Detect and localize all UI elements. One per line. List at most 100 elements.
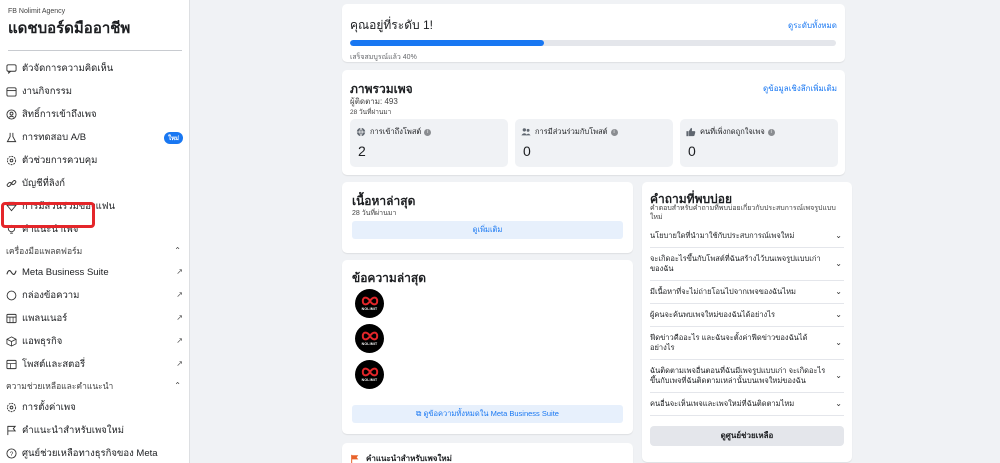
see-more-button[interactable]: ดูเพิ่มเติม: [352, 221, 623, 239]
sidebar-item-label: ศูนย์ช่วยเหลือทางธุรกิจของ Meta: [22, 448, 158, 459]
sidebar-item-inbox[interactable]: กล่องข้อความ ↗: [0, 284, 189, 307]
metric-label: คนที่เพิ่งกดถูกใจเพจ: [700, 127, 765, 136]
more-insights-link[interactable]: ดูข้อมูลเชิงลึกเพิ่มเติม: [763, 82, 837, 95]
faq-item[interactable]: ฉันติดตามเพจอื่นตอนที่ฉันมีเพจรูปแบบเก่า…: [650, 360, 844, 393]
calendar-icon: [6, 86, 17, 97]
gear-icon: [6, 155, 17, 166]
avatar[interactable]: NOLIMIT: [355, 360, 384, 389]
metric-new-page-likes[interactable]: คนที่เพิ่งกดถูกใจเพจ i 0: [680, 119, 838, 167]
sidebar-item-label: คำแนะนำสำหรับเพจใหม่: [22, 425, 125, 436]
sidebar-item-label: ตัวช่วยการควบคุม: [22, 155, 98, 166]
info-icon[interactable]: i: [424, 128, 432, 136]
external-link-icon: ⧉: [416, 409, 422, 418]
level-progress-card: คุณอยู่ที่ระดับ 1! ดูระดับทั้งหมด เสร็จส…: [342, 4, 845, 62]
flag-icon: [351, 454, 359, 463]
chevron-down-icon: ⌄: [835, 371, 842, 380]
meta-icon: [6, 267, 17, 278]
section-help[interactable]: ความช่วยเหลือและคำแนะนำ ⌃: [0, 376, 189, 396]
globe-icon: [356, 127, 366, 137]
sidebar-item-moderation-assist[interactable]: ตัวช่วยการควบคุม: [0, 149, 189, 172]
faq-item[interactable]: จะเกิดอะไรขึ้นกับโพสต์ที่ฉันสร้างไว้บนเพ…: [650, 248, 844, 281]
metric-label: การเข้าถึงโพสต์: [370, 127, 422, 136]
sidebar-item-meta-business-help[interactable]: ? ศูนย์ช่วยเหลือทางธุรกิจของ Meta: [0, 442, 189, 463]
info-icon[interactable]: i: [610, 128, 618, 136]
page-overview-card: ภาพรวมเพจ ดูข้อมูลเชิงลึกเพิ่มเติม ผู้ติ…: [342, 70, 845, 175]
grid-calendar-icon: [6, 313, 17, 324]
chevron-up-icon: ⌃: [174, 381, 181, 390]
external-link-icon: ↗: [176, 267, 183, 276]
date-range: 28 วันที่ผ่านมา: [352, 210, 397, 217]
latest-messages-title: ข้อความล่าสุด: [352, 271, 427, 285]
avatar[interactable]: NOLIMIT: [355, 289, 384, 318]
help-icon: ?: [6, 448, 17, 459]
faq-item[interactable]: ฟีดข่าวคืออะไร และฉันจะตั้งค่าฟีดข่าวของ…: [650, 327, 844, 360]
progress-bar-fill: [350, 40, 545, 46]
chevron-down-icon: ⌄: [835, 231, 842, 240]
sidebar-item-linked-accounts[interactable]: บัญชีที่ลิงก์: [0, 172, 189, 195]
sidebar-item-label: งานกิจกรรม: [22, 86, 73, 97]
chevron-down-icon: ⌄: [835, 287, 842, 296]
metric-value: 0: [523, 143, 531, 159]
page-name[interactable]: FB Nolimit Agency: [8, 8, 181, 15]
sidebar-item-page-settings[interactable]: การตั้งค่าเพจ: [0, 396, 189, 419]
avatar-label: NOLIMIT: [361, 378, 378, 382]
sidebar-item-events[interactable]: งานกิจกรรม: [0, 80, 189, 103]
tips-title: คำแนะนำสำหรับเพจใหม่: [366, 454, 452, 463]
dashboard-title: แดชบอร์ดมืออาชีพ: [8, 20, 131, 37]
chevron-down-icon: ⌄: [835, 259, 842, 268]
posts-icon: [6, 359, 17, 370]
info-icon[interactable]: i: [767, 128, 775, 136]
faq-question: ฉันติดตามเพจอื่นตอนที่ฉันมีเพจรูปแบบเก่า…: [650, 366, 826, 385]
sidebar-item-planner[interactable]: แพลนเนอร์ ↗: [0, 307, 189, 330]
see-all-levels-link[interactable]: ดูระดับทั้งหมด: [788, 19, 837, 32]
people-icon: [521, 127, 531, 137]
flask-icon: [6, 132, 17, 143]
metric-post-engagement[interactable]: การมีส่วนร่วมกับโพสต์ i 0: [515, 119, 673, 167]
cube-icon: [6, 336, 17, 347]
faq-card: คำถามที่พบบ่อย คำตอบสำหรับคำถามที่พบบ่อย…: [642, 182, 852, 462]
infinity-logo-icon: [361, 296, 378, 306]
sidebar-item-posts-stories[interactable]: โพสต์และสตอรี่ ↗: [0, 353, 189, 376]
thumbs-up-icon: [686, 127, 696, 137]
avatar[interactable]: NOLIMIT: [355, 324, 384, 353]
external-link-icon: ↗: [176, 290, 183, 299]
sidebar-item-label: สิทธิ์การเข้าถึงเพจ: [22, 109, 97, 120]
see-all-messages-button[interactable]: ⧉ ดูข้อความทั้งหมดใน Meta Business Suite: [352, 405, 623, 423]
faq-question: นโยบายใดที่นำมาใช้กับประสบการณ์เพจใหม่: [650, 231, 795, 240]
faq-item[interactable]: นโยบายใดที่นำมาใช้กับประสบการณ์เพจใหม่ ⌄: [650, 225, 844, 248]
sidebar-item-label: แพลนเนอร์: [22, 313, 68, 324]
faq-item[interactable]: คนอื่นจะเห็นเพจและเพจใหม่ที่ฉันติดตามไหม…: [650, 393, 844, 416]
sidebar-item-ab-test[interactable]: การทดสอบ A/B ใหม่: [0, 126, 189, 149]
faq-question: คนอื่นจะเห็นเพจและเพจใหม่ที่ฉันติดตามไหม: [650, 399, 795, 408]
help-center-button[interactable]: ดูศูนย์ช่วยเหลือ: [650, 426, 844, 446]
section-platform-tools[interactable]: เครื่องมือแพลตฟอร์ม ⌃: [0, 241, 189, 261]
chevron-down-icon: ⌄: [835, 399, 842, 408]
faq-question: มีเนื้อหาที่จะไม่ถ่ายโอนไปจากเพจของฉันไห…: [650, 287, 796, 296]
gear-icon: [6, 402, 17, 413]
chevron-down-icon: ⌄: [835, 310, 842, 319]
section-label: ความช่วยเหลือและคำแนะนำ: [6, 381, 114, 391]
metric-value: 0: [688, 143, 696, 159]
sidebar-item-label: ตัวจัดการความคิดเห็น: [22, 63, 114, 74]
sidebar-item-new-page-tips[interactable]: คำแนะนำสำหรับเพจใหม่: [0, 419, 189, 442]
sidebar-item-comment-manager[interactable]: ตัวจัดการความคิดเห็น: [0, 57, 189, 80]
faq-list: นโยบายใดที่นำมาใช้กับประสบการณ์เพจใหม่ ⌄ …: [650, 225, 844, 416]
section-label: เครื่องมือแพลตฟอร์ม: [6, 246, 83, 256]
faq-item[interactable]: ผู้คนจะค้นพบเพจใหม่ของฉันได้อย่างไร ⌄: [650, 304, 844, 327]
divider: [8, 50, 182, 51]
metric-post-reach[interactable]: การเข้าถึงโพสต์ i 2: [350, 119, 508, 167]
link-icon: [6, 178, 17, 189]
button-label: ดูข้อความทั้งหมดใน Meta Business Suite: [423, 409, 559, 418]
new-badge: ใหม่: [164, 132, 183, 144]
sidebar-item-business-apps[interactable]: แอพธุรกิจ ↗: [0, 330, 189, 353]
sidebar-item-label: บัญชีที่ลิงก์: [22, 178, 66, 189]
sidebar-item-label: โพสต์และสตอรี่: [22, 359, 86, 370]
new-page-tips-card: คำแนะนำสำหรับเพจใหม่: [342, 443, 633, 463]
avatar-label: NOLIMIT: [361, 307, 378, 311]
faq-item[interactable]: มีเนื้อหาที่จะไม่ถ่ายโอนไปจากเพจของฉันไห…: [650, 281, 844, 304]
external-link-icon: ↗: [176, 313, 183, 322]
sidebar-item-page-access[interactable]: สิทธิ์การเข้าถึงเพจ: [0, 103, 189, 126]
infinity-logo-icon: [361, 367, 378, 377]
progress-status: เสร็จสมบูรณ์แล้ว 40%: [350, 54, 417, 61]
sidebar-item-meta-business-suite[interactable]: Meta Business Suite ↗: [0, 261, 189, 284]
